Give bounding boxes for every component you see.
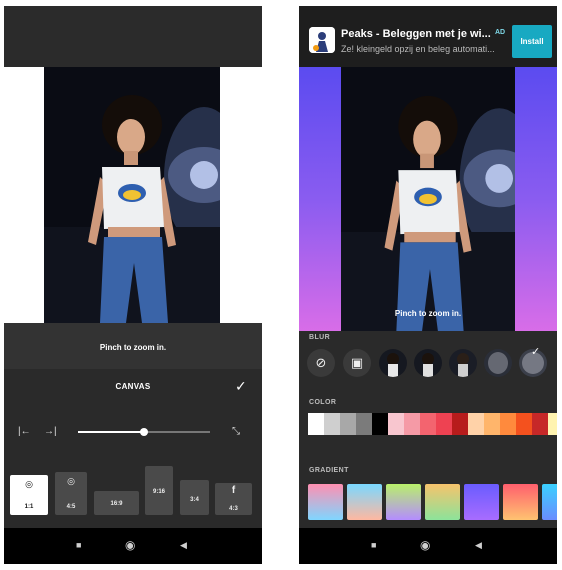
color-swatch[interactable] [500,413,516,435]
blur-option[interactable] [379,349,407,377]
color-swatch[interactable] [532,413,548,435]
check-icon: ✓ [531,346,541,358]
hint-bar: Pinch to zoom in. [4,323,262,369]
ratio-9-16[interactable]: 9:16 [145,466,173,515]
back-icon[interactable]: ◀ [180,540,187,551]
instagram-icon: ◎ [25,479,33,489]
slider-knob[interactable] [140,428,148,436]
ratio-1-1[interactable]: ◎ 1:1 [10,475,48,515]
instagram-icon: ◎ [67,476,75,486]
home-icon[interactable]: ◉ [125,538,135,552]
ad-title: Peaks - Beleggen met je wi... [341,28,491,40]
gradient-swatch[interactable] [425,484,460,520]
color-swatch[interactable] [324,413,340,435]
color-swatch[interactable] [484,413,500,435]
check-icon[interactable]: ✓ [235,378,247,395]
ratio-4-3[interactable]: f 4:3 [215,483,252,515]
color-swatch[interactable] [436,413,452,435]
recents-icon[interactable]: ■ [371,540,376,550]
canvas-area[interactable]: Pinch to zoom in. [299,67,557,331]
photo-illustration [341,67,515,331]
phone-background-screen: Peaks - Beleggen met je wi... AD Ze! kle… [299,6,557,564]
ad-badge: AD [495,29,506,36]
color-swatch[interactable] [356,413,372,435]
align-left-icon[interactable]: |← [18,426,31,437]
system-nav-bar: ■ ◉ ◀ [4,528,262,564]
image-icon: ▣ [350,355,364,370]
color-swatch[interactable] [452,413,468,435]
system-nav-bar: ■ ◉ ◀ [299,528,557,564]
ad-banner[interactable]: Peaks - Beleggen met je wi... AD Ze! kle… [299,6,557,67]
ratio-3-4[interactable]: 3:4 [180,480,209,515]
color-swatch[interactable] [516,413,532,435]
facebook-icon: f [231,485,236,496]
ratio-label: 4:5 [66,504,76,510]
gradient-swatch[interactable] [503,484,538,520]
pinch-hint: Pinch to zoom in. [394,309,462,318]
ratio-16-9[interactable]: 16:9 [94,491,139,515]
gradient-swatch[interactable] [347,484,382,520]
gallery-option[interactable]: ▣ [343,349,371,377]
blur-option[interactable] [414,349,442,377]
gradient-label: GRADIENT [309,467,349,474]
gradient-swatch[interactable] [464,484,499,520]
ratio-label: 4:3 [229,506,238,512]
top-bar [4,6,262,67]
blur-label: BLUR [309,334,331,341]
photo-preview[interactable] [44,67,220,323]
color-swatch[interactable] [404,413,420,435]
ad-app-icon [309,27,335,53]
gradient-swatch[interactable] [386,484,421,520]
ratio-4-5[interactable]: ◎ 4:5 [55,472,87,515]
ratio-label: 3:4 [190,497,199,503]
canvas-area[interactable] [4,67,262,323]
photo-illustration [44,67,220,323]
no-blur-icon: ⊘ [315,355,327,370]
phone-canvas-screen: Pinch to zoom in. CANVAS ✓ |← →| ⤡ ◎ 1:1… [4,6,262,564]
padding-slider[interactable] [78,428,210,436]
ratio-label: 1:1 [24,504,34,510]
color-label: COLOR [309,399,337,406]
align-right-icon[interactable]: →| [44,426,57,437]
canvas-panel: CANVAS ✓ |← →| ⤡ ◎ 1:1 ◎ 4:5 16:9 9:16 3… [4,369,262,529]
ad-description: Ze! kleingeld opzij en beleg automati... [341,44,495,54]
photo-preview[interactable] [341,67,515,331]
pinch-hint: Pinch to zoom in. [99,343,167,352]
no-blur-option[interactable]: ⊘ [307,349,335,377]
color-swatch[interactable] [420,413,436,435]
color-swatch[interactable] [340,413,356,435]
shrink-icon[interactable]: ⤡ [232,426,240,437]
color-swatch[interactable] [468,413,484,435]
back-icon[interactable]: ◀ [475,540,482,551]
color-swatch[interactable] [388,413,404,435]
ratio-label: 9:16 [152,489,165,495]
blur-option[interactable] [484,349,512,377]
install-button[interactable]: Install [512,25,552,58]
color-swatch[interactable] [372,413,388,435]
gradient-swatch[interactable] [542,484,557,520]
recents-icon[interactable]: ■ [76,540,81,550]
slider-fill [78,431,144,433]
ratio-label: 16:9 [110,501,123,507]
gradient-swatch[interactable] [308,484,343,520]
panel-title: CANVAS [115,382,151,391]
background-panel: BLUR ⊘ ▣ ✓ COLOR GRADIENT [299,331,557,529]
home-icon[interactable]: ◉ [420,538,430,552]
blur-option[interactable] [449,349,477,377]
color-swatch[interactable] [308,413,324,435]
color-swatch[interactable] [548,413,557,435]
